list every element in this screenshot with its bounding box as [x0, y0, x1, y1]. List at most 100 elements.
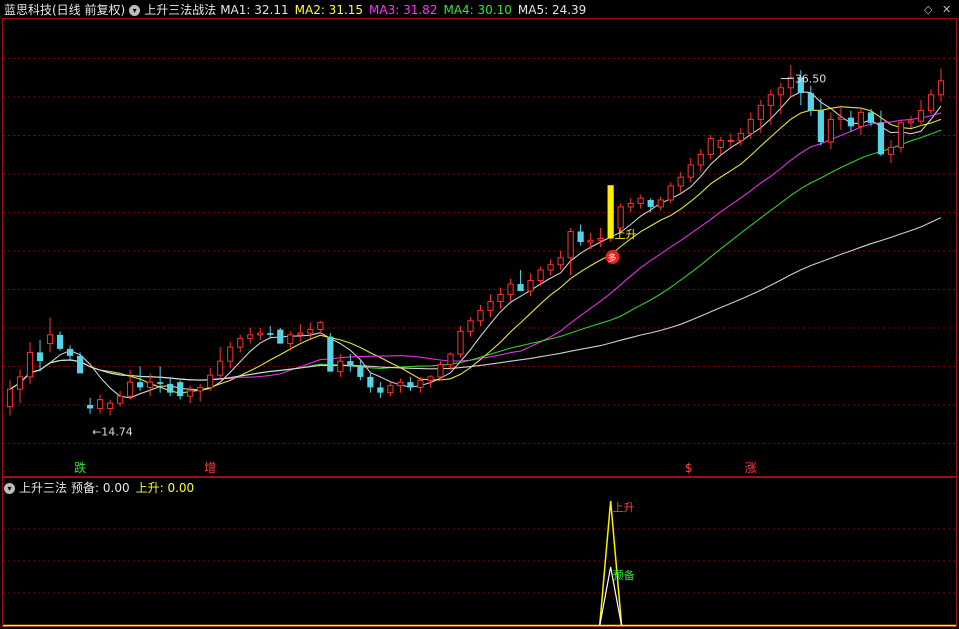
candle-up — [197, 386, 204, 392]
sub-legend-item-1: 预备: 0.00 — [71, 481, 130, 495]
sub-indicator-name: 上升三法 — [19, 481, 68, 495]
candle-up — [917, 110, 925, 122]
candle-up — [257, 332, 264, 336]
candle-up — [227, 346, 234, 362]
candle-up — [897, 122, 905, 148]
signal-candle — [607, 185, 614, 239]
rise-signal-label: 上升 — [615, 228, 637, 241]
candle-up — [857, 111, 865, 127]
chevron-down-icon[interactable]: ▾ — [129, 4, 141, 16]
candle-up — [297, 332, 304, 336]
candle-up — [637, 197, 644, 204]
candle-down — [847, 117, 855, 127]
candle-down — [327, 336, 334, 372]
candle-up — [467, 320, 474, 332]
chart-canvas: 36.50←14.74上升多跌增 $ 涨上升预备 — [2, 18, 957, 627]
candle-up — [117, 395, 124, 404]
candle-up — [497, 294, 504, 303]
candle-up — [927, 94, 935, 112]
candle-up — [717, 139, 724, 148]
ma-legend-item-1: MA1: 32.11 — [220, 3, 289, 17]
indicator-name: 上升三法战法 — [144, 3, 217, 17]
candle-up — [6, 388, 14, 408]
candle-up — [427, 376, 434, 381]
candle-up — [767, 94, 774, 106]
candle-up — [457, 330, 464, 355]
bottom-mark-2: 增 — [204, 461, 216, 475]
candle-up — [107, 402, 114, 409]
sub-chart-header: ▾ 上升三法 预备: 0.00 上升: 0.00 — [4, 479, 200, 497]
candle-up — [26, 351, 34, 378]
candle-up — [747, 118, 754, 134]
candle-up — [617, 206, 624, 229]
candle-up — [46, 334, 54, 345]
high-price-label: 36.50 — [795, 73, 827, 86]
candle-up — [707, 138, 714, 155]
candle-up — [777, 87, 784, 96]
candle-up — [477, 309, 484, 322]
candle-down — [817, 110, 824, 143]
candle-up — [437, 364, 444, 378]
ma-line-1 — [9, 91, 942, 399]
candle-up — [627, 202, 634, 208]
candle-up — [147, 381, 154, 388]
stock-name: 蓝思科技(日线 前复权) — [4, 3, 126, 17]
candle-up — [887, 146, 895, 155]
ma-legend-item-2: MA2: 31.15 — [294, 3, 364, 17]
candle-up — [567, 230, 574, 259]
candle-up — [697, 153, 704, 166]
candle-up — [557, 257, 564, 266]
ready-spike-label: 预备 — [613, 568, 635, 582]
candle-up — [667, 185, 674, 201]
sub-frame — [2, 477, 957, 627]
rise-spike-label: 上升 — [613, 501, 635, 514]
low-price-label: ←14.74 — [92, 426, 133, 439]
bottom-mark-3: $ — [685, 461, 693, 475]
candle-up — [447, 353, 454, 366]
candle-down — [66, 348, 74, 356]
candle-up — [317, 322, 324, 331]
candle-up — [737, 132, 744, 141]
candle-down — [517, 284, 524, 292]
candle-up — [237, 337, 244, 348]
candle-down — [407, 382, 414, 388]
candle-up — [727, 139, 734, 142]
candle-down — [357, 366, 364, 377]
candle-up — [287, 334, 294, 345]
candle-down — [267, 333, 274, 335]
main-frame — [2, 18, 957, 477]
candle-up — [677, 176, 684, 187]
candle-up — [247, 334, 254, 339]
candle-down — [277, 329, 284, 344]
candle-down — [36, 352, 44, 362]
ma-legend-item-4: MA4: 30.10 — [443, 3, 512, 17]
candle-down — [177, 382, 184, 397]
candle-up — [337, 360, 344, 373]
candle-down — [157, 382, 164, 384]
close-icon[interactable]: ✕ — [942, 3, 951, 16]
ma-line-4 — [9, 129, 942, 390]
bottom-mark-1: 跌 — [74, 460, 86, 475]
candle-up — [16, 376, 24, 390]
chevron-down-icon[interactable]: ▾ — [4, 482, 15, 494]
ma-legend-item-3: MA3: 31.82 — [369, 3, 438, 17]
candle-down — [577, 231, 584, 242]
candle-up — [537, 269, 544, 282]
candle-up — [757, 104, 764, 120]
candle-up — [187, 390, 194, 397]
candle-up — [907, 120, 915, 124]
candle-down — [347, 361, 354, 367]
candle-up — [587, 239, 594, 243]
candle-down — [367, 376, 374, 388]
buy-marker-text: 多 — [608, 252, 617, 264]
candle-down — [867, 112, 875, 123]
candle-up — [837, 117, 844, 120]
candle-down — [56, 334, 64, 349]
bottom-mark-4: 涨 — [745, 460, 757, 475]
diamond-icon[interactable]: ◇ — [924, 3, 932, 16]
sub-legend-item-2: 上升: 0.00 — [135, 481, 195, 495]
sub-legend: 预备: 0.00 上升: 0.00 — [71, 479, 200, 497]
candle-up — [827, 118, 834, 143]
candle-up — [417, 379, 424, 388]
candle-down — [647, 199, 654, 207]
